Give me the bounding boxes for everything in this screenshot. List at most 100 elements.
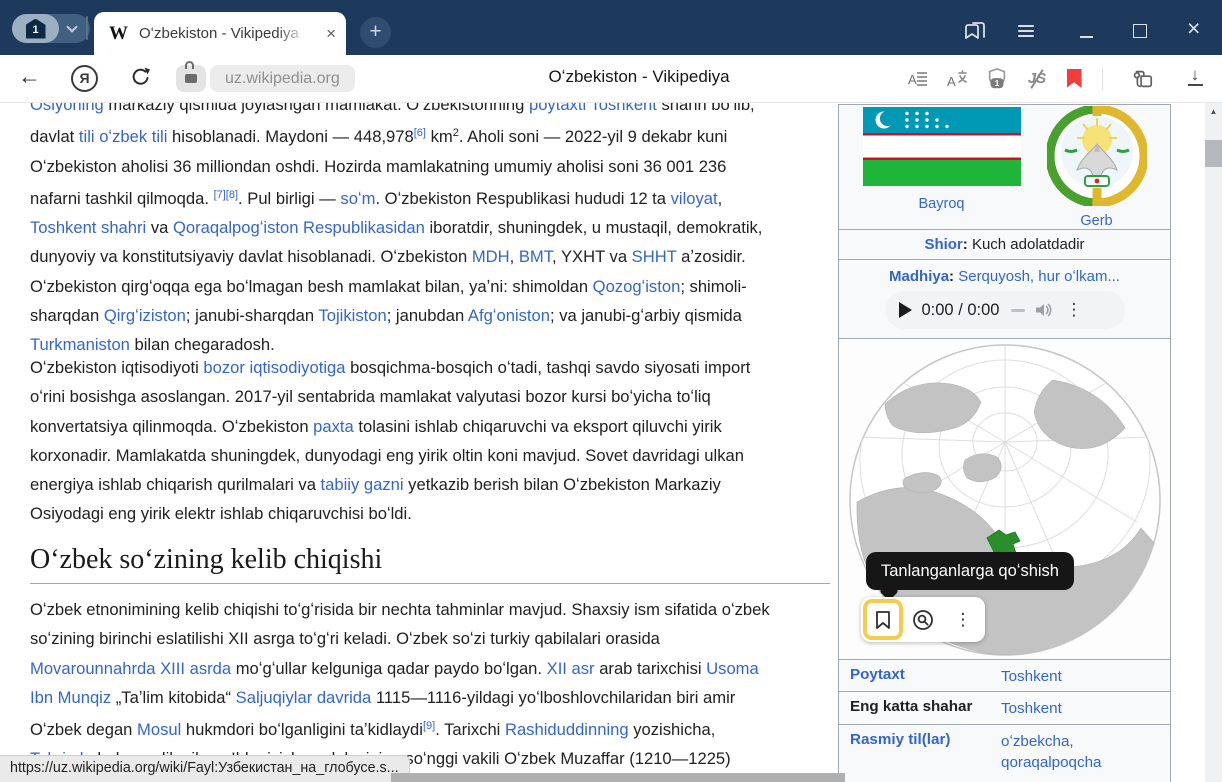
wiki-link[interactable]: soʻm xyxy=(340,189,375,208)
wiki-link[interactable]: Afgʻoniston xyxy=(468,306,550,325)
chevron-down-icon[interactable] xyxy=(66,21,77,32)
protect-shield-icon[interactable]: 1 xyxy=(985,67,1009,91)
wiki-link[interactable]: Movarounnahrda xyxy=(30,659,155,678)
new-tab-button[interactable]: + xyxy=(360,17,391,48)
image-action-toolbar: ⋮ xyxy=(861,597,985,642)
add-to-favorites-tooltip: Tanlanganlarga qoʻshish xyxy=(866,552,1074,590)
add-to-favorites-button[interactable] xyxy=(863,599,903,640)
address-bar-domain[interactable]: uz.wikipedia.org xyxy=(210,65,355,92)
search-by-image-button[interactable] xyxy=(903,599,943,640)
site-security-button[interactable] xyxy=(176,65,206,92)
play-icon[interactable] xyxy=(899,302,912,318)
bookmark-page-button[interactable] xyxy=(1062,67,1086,91)
reader-mode-icon[interactable]: A xyxy=(906,67,930,91)
wiki-link[interactable]: Toshkent shahri xyxy=(30,218,146,237)
translate-icon[interactable]: A xyxy=(945,67,969,91)
text-line: Oʻzbekiston qirgʻoqqa ega boʻlmagan besh… xyxy=(30,272,762,301)
vertical-scrollbar-track[interactable] xyxy=(1205,103,1222,782)
wiki-link[interactable]: MDH xyxy=(472,247,510,266)
text-line: Ibn Munqiz „Taʼlim kitobida“ Saljuqiylar… xyxy=(30,683,770,712)
navigation-toolbar: ← Я uz.wikipedia.org Oʻzbekiston - Vikip… xyxy=(0,55,1222,103)
text-line: Movarounnahrda XIII asrda moʻgʻullar kel… xyxy=(30,654,770,683)
wiki-link[interactable]: SHHT xyxy=(632,247,677,266)
wiki-link[interactable]: Saljuqiylar davrida xyxy=(236,688,372,707)
text-line: oʻrini bosishga asoslangan. 2017-yil sen… xyxy=(30,382,750,411)
svg-text:1: 1 xyxy=(995,78,1000,88)
svg-text:A: A xyxy=(908,72,917,87)
row-label[interactable]: Poytaxt xyxy=(839,666,991,683)
toolbar-divider xyxy=(1102,68,1103,90)
wiki-link[interactable]: Rashiduddinning xyxy=(505,720,629,739)
text-line: korxonadir. Mamlakatda shuningdek, dunyo… xyxy=(30,441,750,470)
anthem-label[interactable]: Madhiya xyxy=(889,268,949,285)
wiki-link[interactable]: Qirgʻiziston xyxy=(104,306,186,325)
wiki-link[interactable]: Turkmaniston xyxy=(30,335,130,354)
vertical-scrollbar-thumb[interactable] xyxy=(1205,140,1222,167)
motto-label[interactable]: Shior xyxy=(924,236,962,253)
infobox-row-capital: Poytaxt Toshkent xyxy=(839,659,1170,691)
flag-image[interactable] xyxy=(863,107,1021,186)
text-line: konvertatsiya qilinmoqda. Oʻzbekiston pa… xyxy=(30,412,750,441)
anthem-link[interactable]: Serquyosh, hur oʻlkam... xyxy=(958,268,1120,285)
audio-time: 0:00 / 0:00 xyxy=(922,301,1000,320)
reference-link[interactable]: [9] xyxy=(423,720,435,732)
more-actions-button[interactable]: ⋮ xyxy=(943,599,983,640)
flag-caption[interactable]: Bayroq xyxy=(863,196,1021,212)
downloads-button[interactable]: ↓ xyxy=(1183,67,1207,91)
text-line: davlat tili oʻzbek tili hisoblanadi. May… xyxy=(30,119,762,151)
wiki-link[interactable]: XII asr xyxy=(547,659,595,678)
side-panels-icon[interactable] xyxy=(963,19,989,43)
wiki-link[interactable]: tabiiy gazni xyxy=(321,475,404,494)
paragraph-intro: Osiyoning markaziy qismida joylashgan ma… xyxy=(30,90,762,360)
wiki-link[interactable]: BMT xyxy=(519,247,552,266)
wiki-link[interactable]: oʻzbek tili xyxy=(99,127,167,146)
seek-bar[interactable] xyxy=(1011,309,1025,312)
row-label: Eng katta shahar xyxy=(839,698,991,715)
wiki-link[interactable]: paxta xyxy=(313,417,354,436)
wiki-link[interactable]: Usoma xyxy=(706,659,759,678)
coat-of-arms-image[interactable] xyxy=(1047,106,1147,206)
wiki-link[interactable]: bozor iqtisodiyotiga xyxy=(203,358,345,377)
infobox-row-largest-city: Eng katta shahar Toshkent xyxy=(839,691,1170,724)
collections-icon[interactable] xyxy=(1130,67,1154,91)
tab-counter-button[interactable]: 1 xyxy=(12,14,90,43)
bookmark-filled-icon xyxy=(1067,69,1082,88)
wiki-link[interactable]: Qoraqalpogʻiston Respublikasidan xyxy=(173,218,425,237)
wiki-link[interactable]: Qozogʻiston xyxy=(593,277,681,296)
horizontal-scrollbar-thumb[interactable] xyxy=(391,773,845,782)
window-maximize-button[interactable] xyxy=(1133,24,1147,38)
scrollbar-up-arrow[interactable]: ▲ xyxy=(1205,107,1222,116)
row-value[interactable]: oʻzbekcha, qoraqalpoqcha xyxy=(991,731,1156,773)
reference-link[interactable]: [7][8] xyxy=(214,189,238,201)
status-bar-url: https://uz.wikipedia.org/wiki/Fayl:Узбек… xyxy=(0,755,410,782)
wiki-link[interactable]: Ibn Munqiz xyxy=(30,688,111,707)
browser-tab[interactable]: W Oʻzbekiston - Vikipediya × xyxy=(94,12,346,55)
wiki-link[interactable]: XIII asrda xyxy=(160,659,231,678)
wiki-link[interactable]: viloyat xyxy=(671,189,718,208)
emblem-caption[interactable]: Gerb xyxy=(1047,213,1147,229)
text-line: Oʻzbekiston aholisi 36 milliondan oshdi.… xyxy=(30,152,762,181)
window-minimize-button[interactable] xyxy=(1080,36,1093,38)
wiki-link[interactable]: Mosul xyxy=(137,720,181,739)
javascript-disabled-icon[interactable]: JS xyxy=(1025,67,1049,91)
reload-button[interactable] xyxy=(129,65,153,89)
yandex-logo-icon[interactable]: Я xyxy=(71,65,98,92)
tab-counter-badge: 1 xyxy=(26,19,46,39)
reference-link[interactable]: [6] xyxy=(414,127,426,139)
emblem-figure: Gerb xyxy=(1047,105,1147,229)
download-arrow-icon: ↓ xyxy=(1183,67,1207,83)
browser-menu-icon[interactable] xyxy=(1018,22,1034,40)
row-value[interactable]: Toshkent xyxy=(991,698,1156,719)
audio-player: 0:00 / 0:00 ⋮ xyxy=(885,291,1125,329)
wiki-link[interactable]: Tojikiston xyxy=(318,306,386,325)
back-button[interactable]: ← xyxy=(18,63,41,90)
row-label[interactable]: Rasmiy til(lar) xyxy=(839,731,991,748)
volume-icon[interactable] xyxy=(1035,302,1053,318)
tab-counter[interactable]: 1 xyxy=(12,14,59,43)
tab-close-icon[interactable]: × xyxy=(326,24,336,44)
window-close-button[interactable]: × xyxy=(1187,18,1200,38)
text-line: soʻzining birinchi eslatilishi XII asrga… xyxy=(30,624,770,653)
row-value[interactable]: Toshkent xyxy=(991,666,1156,687)
wiki-link[interactable]: tili xyxy=(79,127,95,146)
player-menu-icon[interactable]: ⋮ xyxy=(1065,300,1082,320)
